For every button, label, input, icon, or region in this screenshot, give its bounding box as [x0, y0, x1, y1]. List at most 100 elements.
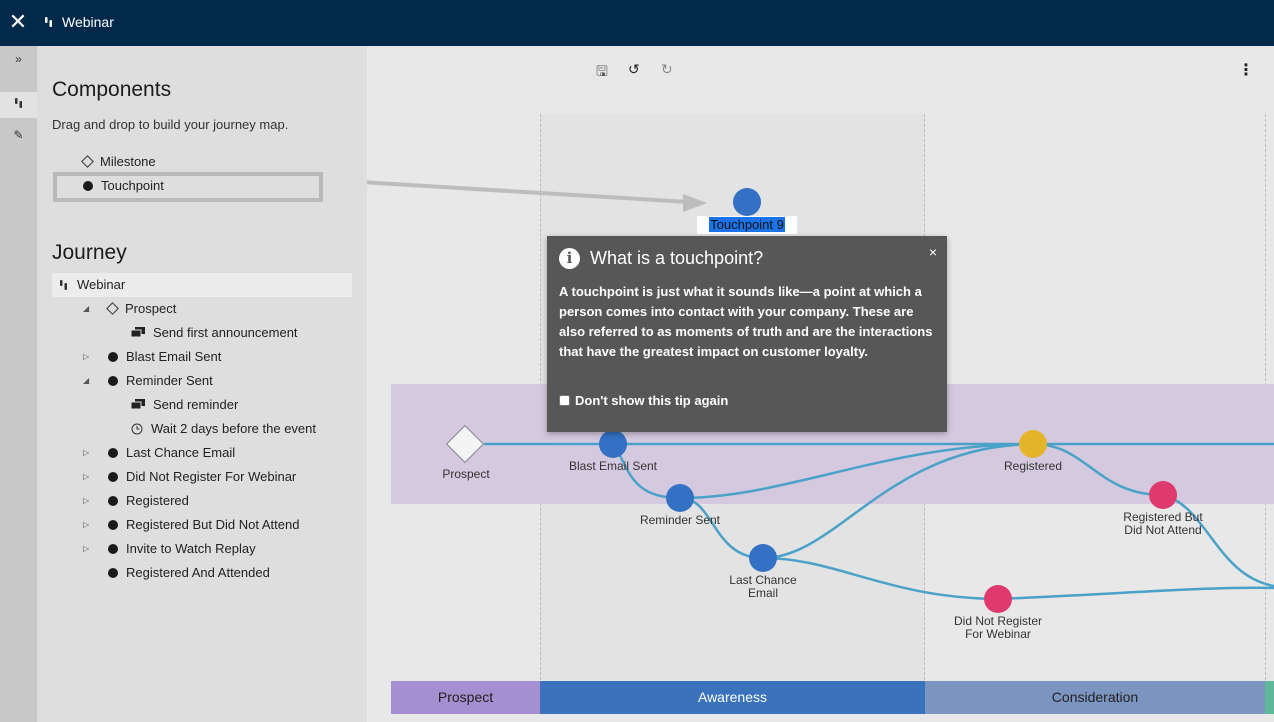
new-touchpoint-text[interactable]: Touchpoint 9	[709, 217, 785, 232]
dot-icon	[108, 543, 118, 554]
footsteps-icon	[45, 17, 52, 27]
tree-item-label: Wait 2 days before the event	[151, 421, 317, 436]
node-last-chance-email	[749, 544, 777, 572]
journey-heading: Journey	[52, 241, 127, 264]
collapsed-triangle-icon[interactable]: ▷	[83, 472, 89, 481]
tree-item-label: Registered And Attended	[126, 565, 270, 580]
dot-icon	[83, 180, 93, 191]
touchpoint-tip-popover: × i What is a touchpoint? A touchpoint i…	[547, 236, 947, 432]
tree-item-registered[interactable]: Registered	[108, 493, 189, 508]
collapsed-triangle-icon[interactable]: ▷	[83, 352, 89, 361]
path-dnr-right	[997, 586, 1274, 601]
tree-item-label: Send first announcement	[153, 325, 298, 340]
diamond-icon	[81, 155, 94, 168]
stage-prospect[interactable]: Prospect	[391, 681, 540, 714]
expand-triangle-icon[interactable]: ◢	[83, 304, 89, 313]
stage-bar: Prospect Awareness Consideration	[391, 681, 1274, 714]
tree-item-label: Prospect	[125, 301, 177, 316]
node-new-touchpoint	[733, 188, 761, 216]
node-reminder-sent	[666, 484, 694, 512]
drag-arrow	[367, 180, 690, 204]
label-blast-email-sent: Blast Email Sent	[568, 459, 658, 473]
tree-item-label: Blast Email Sent	[126, 349, 222, 364]
dot-icon	[108, 519, 118, 530]
dot-icon	[108, 471, 118, 482]
tree-item-reminder-sent[interactable]: Reminder Sent	[108, 373, 213, 388]
left-rail: » ✎	[0, 46, 37, 722]
tip-header: i What is a touchpoint?	[559, 248, 763, 269]
components-panel: Components Drag and drop to build your j…	[37, 46, 367, 722]
component-milestone[interactable]: Milestone	[81, 154, 156, 169]
tree-item-label: Registered	[126, 493, 189, 508]
milestone-prospect	[445, 424, 485, 464]
path-reminder-lastchance	[679, 496, 764, 560]
journey-title-text: Webinar	[62, 14, 114, 30]
tree-item-last-chance-email[interactable]: Last Chance Email	[108, 445, 235, 460]
node-dnr	[984, 585, 1012, 613]
path-reminder-registered	[679, 442, 1034, 500]
close-icon[interactable]: ✕	[6, 10, 30, 34]
tree-item-label: Invite to Watch Replay	[126, 541, 256, 556]
tree-item-label: Registered But Did Not Attend	[126, 517, 300, 532]
footsteps-icon	[60, 279, 67, 290]
label-registered: Registered	[1003, 459, 1063, 473]
dont-show-again-label: Don't show this tip again	[575, 393, 729, 408]
label-prospect: Prospect	[442, 467, 490, 481]
tree-item-send-reminder[interactable]: Send reminder	[131, 397, 238, 412]
message-icon	[131, 327, 145, 338]
stage-next-edge[interactable]	[1265, 681, 1274, 714]
journey-root-label: Webinar	[77, 277, 126, 292]
collapsed-triangle-icon[interactable]: ▷	[83, 448, 89, 457]
tree-item-did-not-register[interactable]: Did Not Register For Webinar	[108, 469, 296, 484]
edit-pencil-icon[interactable]: ✎	[0, 122, 37, 148]
new-touchpoint-label[interactable]: Touchpoint 9	[697, 216, 797, 234]
tree-item-label: Last Chance Email	[126, 445, 236, 460]
tree-item-label: Reminder Sent	[126, 373, 213, 388]
collapsed-triangle-icon[interactable]: ▷	[83, 496, 89, 505]
components-heading: Components	[52, 78, 172, 101]
top-bar: ✕ Webinar	[0, 0, 1274, 46]
dot-icon	[108, 447, 118, 458]
path-rbdna-right	[1162, 493, 1274, 588]
node-rbdna	[1149, 481, 1177, 509]
tree-item-send-first-announcement[interactable]: Send first announcement	[131, 325, 298, 340]
journey-title: Webinar	[44, 14, 114, 30]
tip-body: A touchpoint is just what it sounds like…	[559, 284, 933, 359]
component-label: Touchpoint	[101, 178, 164, 193]
components-hint: Drag and drop to build your journey map.	[52, 117, 289, 132]
node-registered	[1019, 430, 1047, 458]
component-touchpoint[interactable]: Touchpoint	[83, 178, 164, 193]
diamond-icon	[106, 302, 119, 315]
tree-item-blast-email-sent[interactable]: Blast Email Sent	[108, 349, 221, 364]
tree-item-label: Send reminder	[153, 397, 239, 412]
info-icon: i	[559, 248, 580, 269]
collapsed-triangle-icon[interactable]: ▷	[83, 520, 89, 529]
expand-panel-icon[interactable]: »	[0, 46, 37, 72]
message-icon	[131, 399, 145, 410]
tree-item-registered-not-attend[interactable]: Registered But Did Not Attend	[108, 517, 299, 532]
tree-item-wait[interactable]: Wait 2 days before the event	[131, 421, 316, 436]
dot-icon	[108, 567, 118, 578]
tree-item-label: Did Not Register For Webinar	[126, 469, 297, 484]
expand-triangle-icon[interactable]: ◢	[83, 376, 89, 385]
dot-icon	[108, 495, 118, 506]
tip-close-icon[interactable]: ×	[929, 244, 937, 260]
journey-root-row[interactable]: Webinar	[59, 277, 125, 292]
dot-icon	[108, 375, 118, 386]
journey-canvas[interactable]: 🖫 ↺ ↻ ⋮ Touchpoint 9 Prospect Blast Emai…	[367, 46, 1274, 722]
clock-icon	[131, 423, 143, 434]
tree-item-registered-attended[interactable]: Registered And Attended	[108, 565, 270, 580]
stage-consideration[interactable]: Consideration	[925, 681, 1265, 714]
dont-show-again-checkbox[interactable]: Don't show this tip again	[559, 393, 728, 408]
component-label: Milestone	[100, 154, 156, 169]
stage-awareness[interactable]: Awareness	[540, 681, 925, 714]
tree-item-invite-replay[interactable]: Invite to Watch Replay	[108, 541, 256, 556]
dont-show-again-input[interactable]	[559, 395, 570, 406]
collapsed-triangle-icon[interactable]: ▷	[83, 544, 89, 553]
node-blast-email-sent	[599, 430, 627, 458]
tree-item-prospect[interactable]: Prospect	[106, 301, 177, 316]
journey-tab-icon[interactable]	[0, 92, 37, 118]
label-last-chance-email: Last Chance Email	[729, 573, 797, 600]
tip-title: What is a touchpoint?	[590, 248, 764, 268]
dot-icon	[108, 351, 118, 362]
